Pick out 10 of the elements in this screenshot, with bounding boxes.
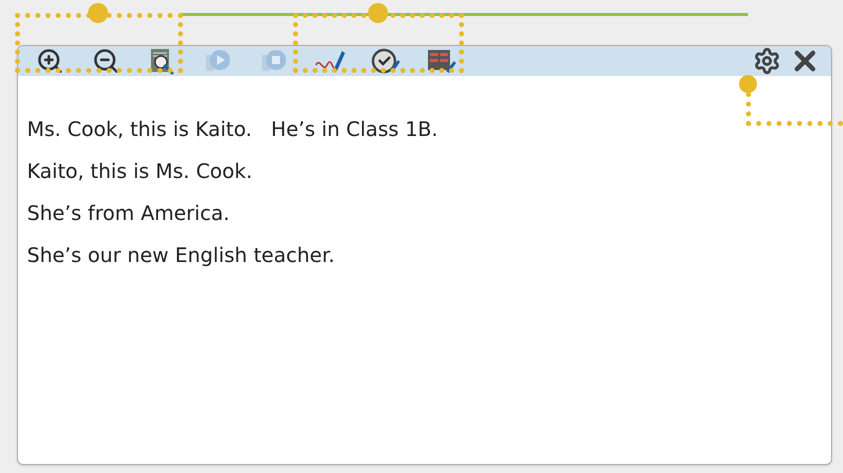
settings-icon — [753, 47, 781, 75]
zoom-in-icon — [36, 47, 64, 75]
document-magnifier-icon — [148, 47, 176, 75]
text-line: Kaito, this is Ms. Cook. — [27, 158, 254, 185]
text-line: She’s from America. — [27, 200, 231, 227]
text-line: She’s our new English teacher. — [27, 242, 336, 269]
check-circle-icon — [370, 47, 402, 75]
zoom-out-icon — [92, 47, 120, 75]
form-pen-icon — [426, 47, 458, 75]
text-line: Ms. Cook, this is Kaito. He’s in Class 1B. — [27, 116, 439, 143]
